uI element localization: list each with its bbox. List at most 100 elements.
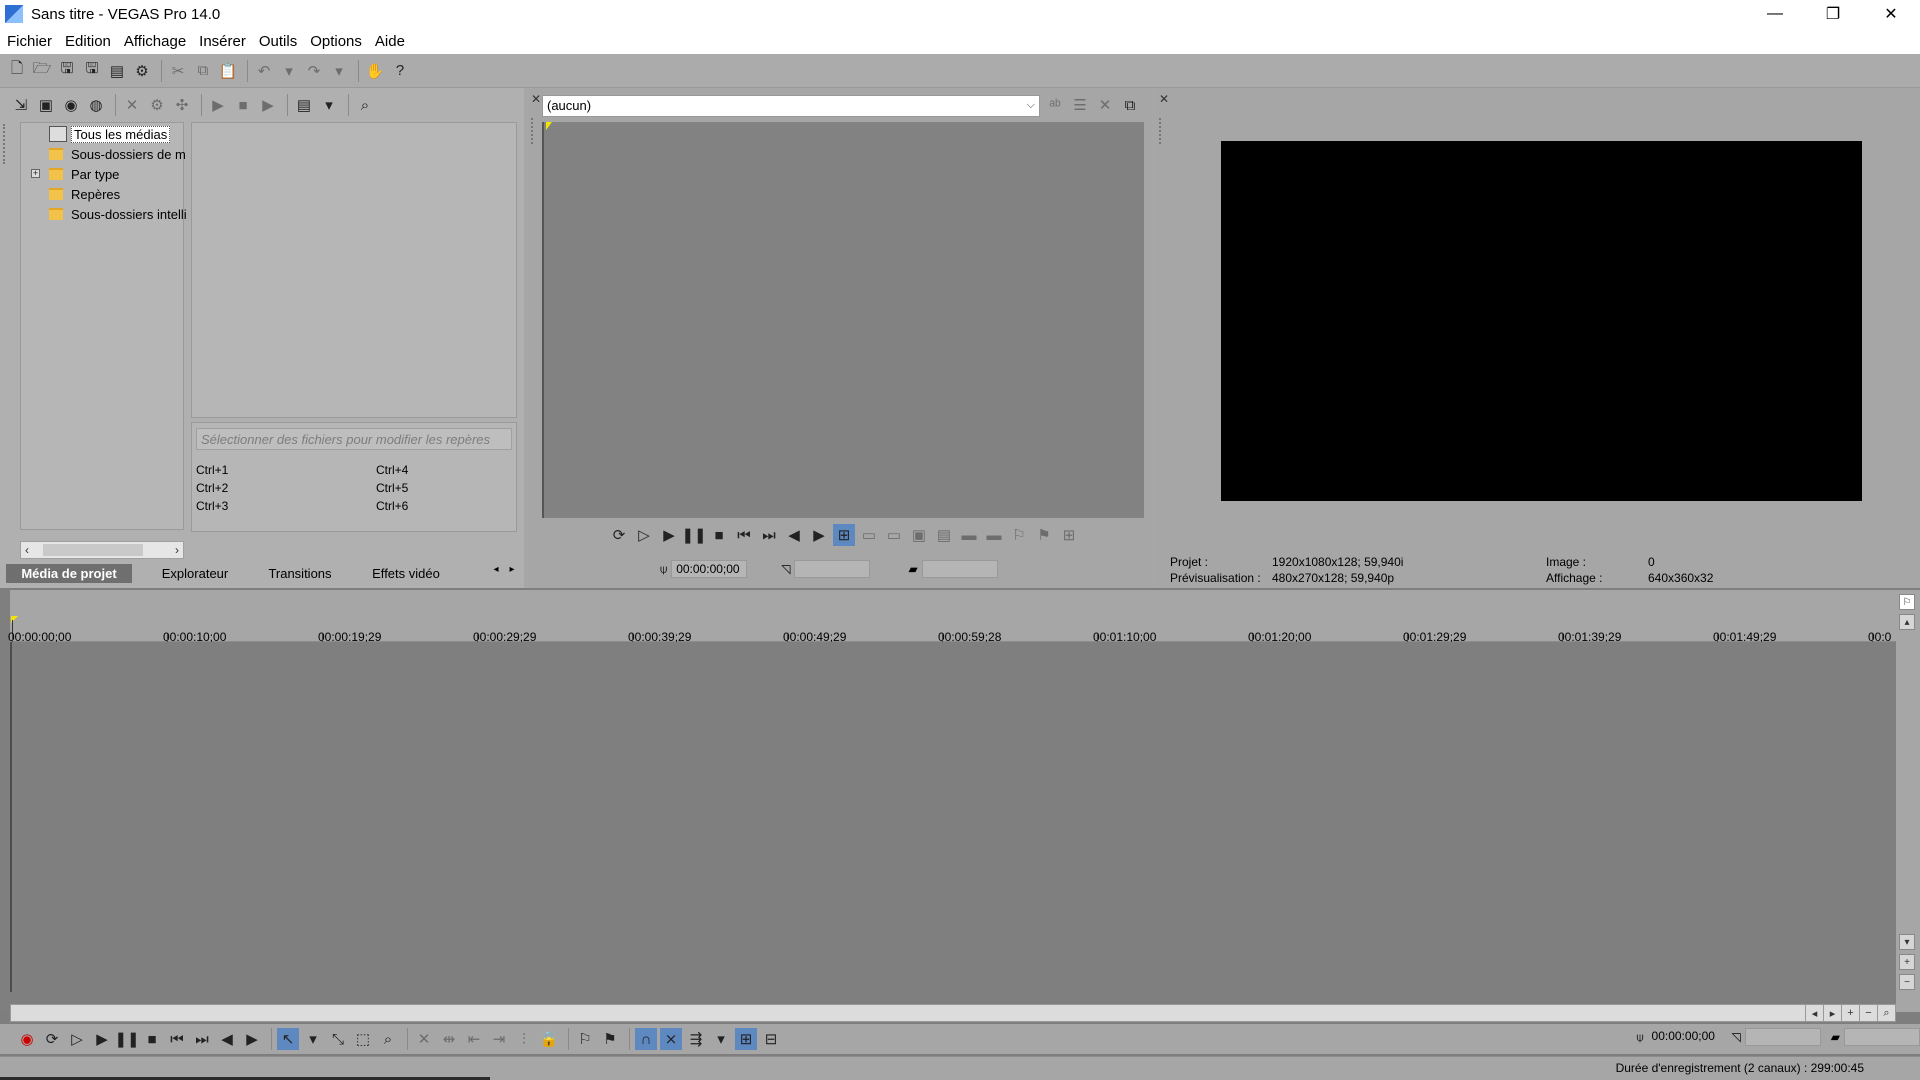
media-fx-icon[interactable]: ✣	[171, 94, 193, 116]
menu-edition[interactable]: Edition	[58, 33, 117, 50]
scroll-right-icon[interactable]: ›	[175, 543, 179, 557]
scroll-left-icon[interactable]: ‹	[25, 543, 29, 557]
views-icon[interactable]: ▤	[293, 94, 315, 116]
insert-region-icon[interactable]: ⚑	[599, 1028, 621, 1050]
prev-frame-icon[interactable]: ◀	[216, 1028, 238, 1050]
hand-tool-icon[interactable]: ✋	[364, 60, 386, 82]
track-area[interactable]	[10, 642, 1896, 992]
time-ruler[interactable]: 00:00:00;00 00:00:10;00 00:00:19;29 00:00:2…	[8, 590, 1896, 644]
split-icon[interactable]: ⫶	[513, 1028, 535, 1050]
go-to-start-icon[interactable]: ⏮	[166, 1028, 188, 1050]
snapshot-icon[interactable]: ⊞	[1058, 524, 1080, 546]
search-icon[interactable]: ⌕	[354, 94, 376, 116]
insert-marker-icon[interactable]: ⚐	[574, 1028, 596, 1050]
ignore-grouping-icon[interactable]: ⊟	[760, 1028, 782, 1050]
trim-end-icon[interactable]: ⇥	[488, 1028, 510, 1050]
play-icon[interactable]: ▶	[91, 1028, 113, 1050]
zoom-tool-icon[interactable]: ⌕	[377, 1028, 399, 1050]
undo-icon[interactable]: ↶	[253, 60, 275, 82]
media-properties-icon[interactable]: ⚙	[146, 94, 168, 116]
selection-tool-icon[interactable]: ⬚	[352, 1028, 374, 1050]
add-before-icon[interactable]: ▭	[858, 524, 880, 546]
remove-media-icon[interactable]: ✕	[121, 94, 143, 116]
trimmer-viewer[interactable]	[542, 122, 1144, 518]
menu-outils[interactable]: Outils	[252, 33, 303, 50]
import-media-icon[interactable]: ⇲	[10, 94, 32, 116]
next-frame-icon[interactable]: ▶	[808, 524, 830, 546]
lock-envelopes-icon[interactable]: ⊞	[735, 1028, 757, 1050]
new-file-icon[interactable]: 🗋	[6, 60, 28, 82]
marker-bar-icon[interactable]: ⚐	[1899, 594, 1915, 610]
close-button[interactable]: ✕	[1862, 0, 1920, 28]
pause-icon[interactable]: ❚❚	[681, 524, 706, 546]
marker-icon[interactable]: ⚐	[1008, 524, 1030, 546]
tree-item-subfolders[interactable]: Sous-dossiers de m	[49, 145, 186, 163]
record-icon[interactable]: ◉	[16, 1028, 38, 1050]
tab-transitions[interactable]: Transitions	[258, 564, 342, 583]
menu-options[interactable]: Options	[303, 33, 368, 50]
edit-tool-dropdown-icon[interactable]: ▾	[302, 1028, 324, 1050]
delete-icon[interactable]: ✕	[413, 1028, 435, 1050]
open-folder-icon[interactable]: 🗁	[31, 60, 53, 82]
restore-button[interactable]: ❐	[1804, 0, 1862, 28]
save-icon[interactable]: 🖫	[56, 60, 78, 82]
loop-icon[interactable]: ⟳	[41, 1028, 63, 1050]
zoom-out-vertical-icon[interactable]: −	[1899, 974, 1915, 990]
panel-grip-handle[interactable]	[1159, 118, 1165, 144]
menu-aide[interactable]: Aide	[368, 33, 411, 50]
panel-grip-handle[interactable]	[531, 118, 537, 144]
menu-inserer[interactable]: Insérer	[192, 33, 252, 50]
get-media-icon[interactable]: ◉	[60, 94, 82, 116]
region-icon[interactable]: ⚑	[1033, 524, 1055, 546]
auto-crossfade-icon[interactable]: ⨯	[660, 1028, 682, 1050]
paste-icon[interactable]: 📋	[217, 60, 239, 82]
marker-hint-field[interactable]: Sélectionner des fichiers pour modifier …	[196, 428, 512, 450]
play-icon[interactable]: ▶	[207, 94, 229, 116]
scroll-left-icon[interactable]: ◂	[1805, 1005, 1823, 1021]
auto-ripple-icon[interactable]: ⇶	[685, 1028, 707, 1050]
next-frame-icon[interactable]: ▶	[241, 1028, 263, 1050]
pause-icon[interactable]: ❚❚	[114, 1028, 139, 1050]
go-to-end-icon[interactable]: ⏭	[758, 524, 780, 546]
play-from-start-icon[interactable]: ▷	[633, 524, 655, 546]
list-icon[interactable]: ☰	[1069, 94, 1091, 116]
overwrite-icon[interactable]: ▤	[933, 524, 955, 546]
close-panel-icon[interactable]: ✕	[1159, 92, 1169, 106]
views-dropdown-icon[interactable]: ▾	[318, 94, 340, 116]
auto-preview-icon[interactable]: ▶	[257, 94, 279, 116]
tab-video-fx[interactable]: Effets vidéo	[342, 564, 470, 583]
fit-icon[interactable]: ▣	[908, 524, 930, 546]
scroll-down-icon[interactable]: ▾	[1899, 934, 1915, 950]
redo-dropdown-icon[interactable]: ▾	[328, 60, 350, 82]
tab-explorer[interactable]: Explorateur	[132, 564, 258, 583]
undo-dropdown-icon[interactable]: ▾	[278, 60, 300, 82]
media-list-area[interactable]	[191, 122, 517, 418]
tab-scroll-right-icon[interactable]: ▸	[504, 564, 520, 575]
timeline-horizontal-scrollbar[interactable]: ◂ ▸ + − ⌕	[10, 1004, 1896, 1022]
ripple-dropdown-icon[interactable]: ▾	[710, 1028, 732, 1050]
tree-item-by-type[interactable]: Par type	[49, 165, 119, 183]
scroll-thumb[interactable]	[43, 544, 143, 556]
play-icon[interactable]: ▶	[658, 524, 680, 546]
save-as-icon[interactable]: 🖫	[81, 60, 103, 82]
audio-video-icon[interactable]: ▬	[958, 524, 980, 546]
clear-icon[interactable]: ✕	[1094, 94, 1116, 116]
add-to-timeline-icon[interactable]: ⊞	[833, 524, 855, 546]
zoom-in-time-icon[interactable]: +	[1841, 1005, 1859, 1021]
add-after-icon[interactable]: ▭	[883, 524, 905, 546]
loop-icon[interactable]: ⟳	[608, 524, 630, 546]
close-panel-icon[interactable]: ✕	[531, 92, 541, 106]
tree-item-smart-subfolders[interactable]: Sous-dossiers intelli	[49, 205, 187, 223]
trim-start-icon[interactable]: ⇤	[463, 1028, 485, 1050]
tab-project-media[interactable]: Média de projet	[6, 563, 132, 583]
tree-horizontal-scrollbar[interactable]: ‹ ›	[20, 541, 184, 559]
scroll-up-icon[interactable]: ▴	[1899, 614, 1915, 630]
envelope-tool-icon[interactable]: ⤡	[327, 1028, 349, 1050]
snapping-magnet-icon[interactable]: ∩	[635, 1028, 657, 1050]
zoom-tool-icon[interactable]: ⌕	[1877, 1005, 1895, 1021]
zoom-in-vertical-icon[interactable]: +	[1899, 954, 1915, 970]
trimmer-source-select[interactable]: (aucun) ⌵	[542, 95, 1040, 117]
stop-icon[interactable]: ■	[232, 94, 254, 116]
expand-plus-icon[interactable]: +	[31, 169, 40, 178]
menu-fichier[interactable]: Fichier	[0, 33, 58, 50]
